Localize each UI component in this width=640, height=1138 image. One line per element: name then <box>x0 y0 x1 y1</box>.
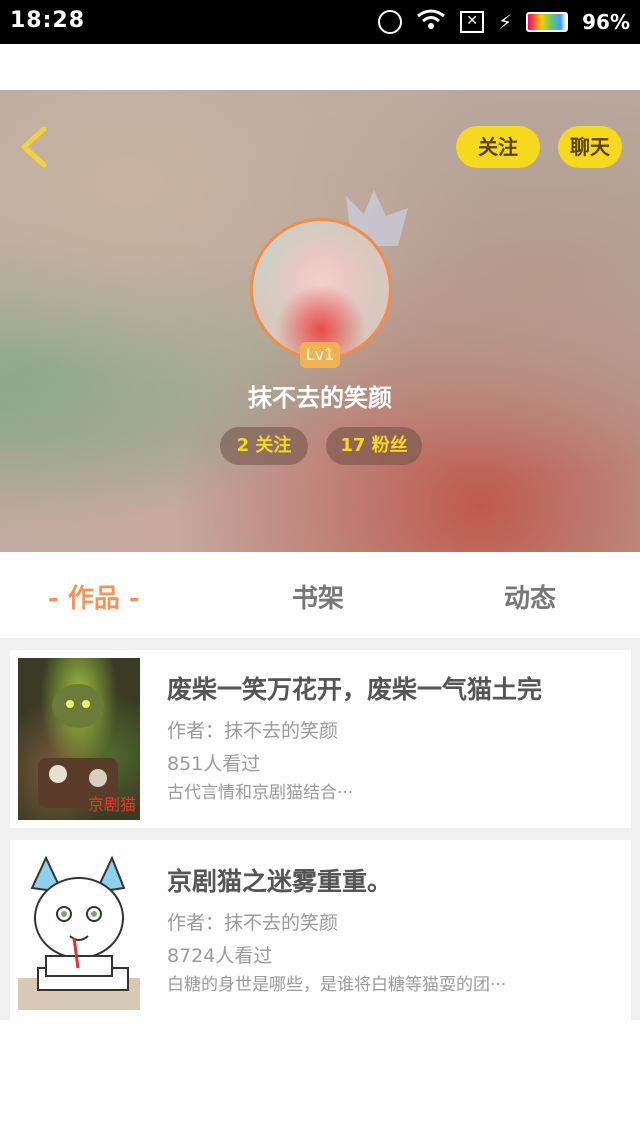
back-button[interactable] <box>18 125 54 169</box>
list-item[interactable]: 京剧猫之迷雾重重。 作者：抹不去的笑颜 8724人看过 白糖的身世是哪些，是谁将… <box>10 840 631 1020</box>
avatar[interactable] <box>250 218 392 360</box>
work-info: 京剧猫之迷雾重重。 作者：抹不去的笑颜 8724人看过 白糖的身世是哪些，是谁将… <box>167 862 621 995</box>
charging-icon: ⚡ <box>498 10 513 34</box>
following-count[interactable]: 2 关注 <box>220 427 308 465</box>
alarm-icon <box>378 10 403 34</box>
tab-bar: - 作品 - 书架 动态 <box>0 552 640 638</box>
cover-logo: 京剧猫 <box>88 795 136 814</box>
work-author: 作者：抹不去的笑颜 <box>167 720 339 742</box>
tab-bookshelf[interactable]: 书架 <box>292 578 344 615</box>
battery-icon <box>526 12 569 32</box>
battery-percent: 96% <box>582 10 630 34</box>
chat-button[interactable]: 聊天 <box>558 126 622 168</box>
chevron-left-icon <box>21 126 47 168</box>
work-views: 8724人看过 <box>167 945 273 967</box>
username: 抹不去的笑颜 <box>248 384 392 412</box>
wifi-icon <box>416 8 446 37</box>
sim-off-icon: ✕ <box>460 11 485 33</box>
work-description: 白糖的身世是哪些，是谁将白糖等猫耍的团··· <box>167 975 507 995</box>
level-badge: Lv1 <box>300 342 340 368</box>
work-title: 京剧猫之迷雾重重。 <box>167 867 393 896</box>
work-cover-image: 京剧猫 <box>18 658 140 820</box>
fans-count[interactable]: 17 粉丝 <box>326 427 422 465</box>
work-info: 废柴一笑万花开，废柴一气猫土完 作者：抹不去的笑颜 851人看过 古代言情和京剧… <box>167 670 621 803</box>
status-time: 18:28 <box>10 8 86 33</box>
work-title: 废柴一笑万花开，废柴一气猫土完 <box>167 675 543 704</box>
status-icons: ✕ ⚡ 96% <box>378 8 630 36</box>
tab-works[interactable]: - 作品 - <box>48 578 140 615</box>
status-bar: 18:28 ✕ ⚡ 96% <box>0 0 640 44</box>
work-cover-image <box>18 848 140 1010</box>
list-item[interactable]: 京剧猫 废柴一笑万花开，废柴一气猫土完 作者：抹不去的笑颜 851人看过 古代言… <box>10 650 631 828</box>
work-views: 851人看过 <box>167 753 261 775</box>
follow-button[interactable]: 关注 <box>456 126 540 168</box>
work-description: 古代言情和京剧猫结合··· <box>167 783 354 803</box>
work-author: 作者：抹不去的笑颜 <box>167 912 339 934</box>
tab-activity[interactable]: 动态 <box>504 578 556 615</box>
